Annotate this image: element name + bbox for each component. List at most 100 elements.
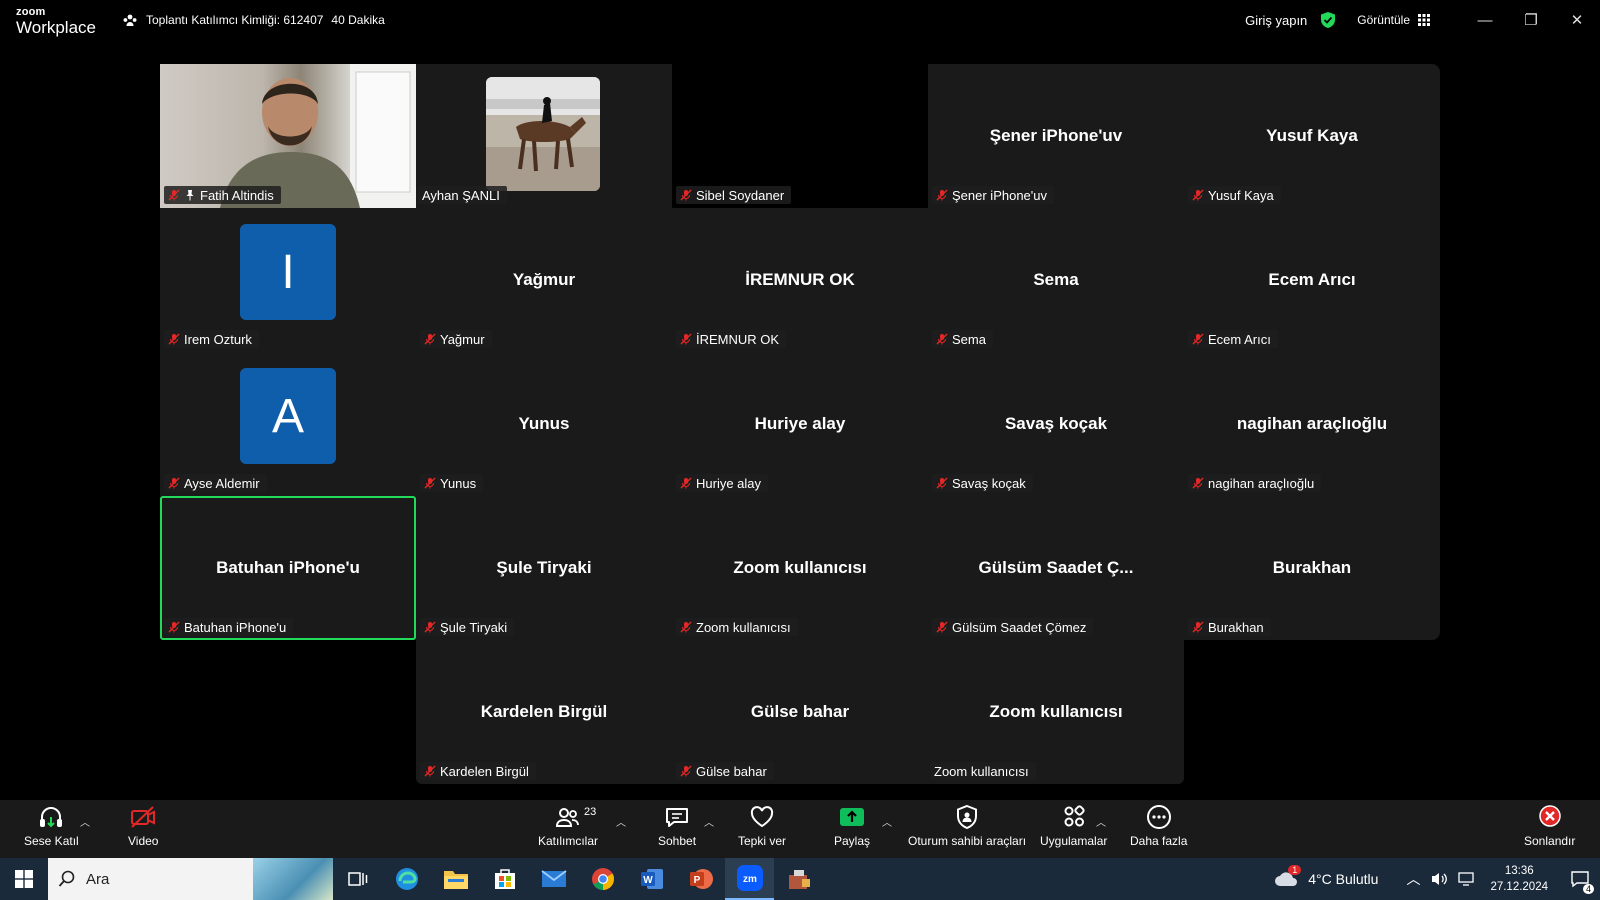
participant-tile[interactable]: Sibel Soydaner xyxy=(672,64,928,208)
word-app[interactable]: W xyxy=(627,858,676,900)
participant-name: Şule Tiryaki xyxy=(440,619,508,635)
participant-label: Sibel Soydaner xyxy=(676,186,792,204)
participant-tile[interactable]: Ecem Arıcı Ecem Arıcı xyxy=(1184,208,1440,352)
join-audio-button[interactable]: Sese Katıl xyxy=(24,804,79,848)
signin-link[interactable]: Giriş yapın xyxy=(1245,13,1307,28)
host-tools-button[interactable]: Oturum sahibi araçları xyxy=(908,804,1026,848)
participant-tile[interactable]: Kardelen Birgül Kardelen Birgül xyxy=(416,640,672,784)
end-meeting-button[interactable]: Sonlandır xyxy=(1524,804,1575,848)
network-icon[interactable] xyxy=(1458,871,1476,887)
search-icon xyxy=(58,870,75,887)
meeting-toolbar: Sese Katıl ︿ Video Katılımcılar 23 ︿ Soh… xyxy=(0,800,1600,858)
participant-tile[interactable]: nagihan araçlıoğlu nagihan araçlıoğlu xyxy=(1184,352,1440,496)
folder-icon xyxy=(443,871,468,889)
system-tray: 1 4°C Bulutlu ︿ 13:36 27.12.2024 4 xyxy=(1274,858,1600,900)
react-button[interactable]: Tepki ver xyxy=(738,804,786,848)
host-shield-icon xyxy=(957,804,978,830)
participant-tile[interactable]: I Irem Ozturk xyxy=(160,208,416,352)
meeting-id-text: Toplantı Katılımcı Kimliği: 612407 xyxy=(146,13,324,27)
store-app[interactable] xyxy=(480,858,529,900)
participant-label: Şener iPhone'uv xyxy=(932,186,1054,204)
participant-tile[interactable]: A Ayse Aldemir xyxy=(160,352,416,496)
chat-options-caret-icon[interactable]: ︿ xyxy=(704,814,714,829)
apps-options-caret-icon[interactable]: ︿ xyxy=(1096,814,1106,829)
search-highlight-art xyxy=(253,858,333,900)
chat-icon xyxy=(666,808,689,827)
weather-text: 4°C Bulutlu xyxy=(1308,871,1379,887)
participant-name: Burakhan xyxy=(1208,619,1264,635)
participant-display-name: Şener iPhone'uv xyxy=(989,126,1123,145)
edge-app[interactable] xyxy=(382,858,431,900)
volume-icon[interactable] xyxy=(1430,871,1448,887)
participant-label: Burakhan xyxy=(1188,618,1271,636)
more-label: Daha fazla xyxy=(1130,834,1188,848)
task-view-button[interactable] xyxy=(333,858,382,900)
start-button[interactable] xyxy=(0,858,48,900)
restore-button[interactable]: ❐ xyxy=(1508,0,1554,40)
participant-tile[interactable]: Zoom kullanıcısı Zoom kullanıcısı xyxy=(928,640,1184,784)
clock[interactable]: 13:36 27.12.2024 xyxy=(1490,863,1548,895)
participant-tile[interactable]: Fatih Altindis xyxy=(160,64,416,208)
react-label: Tepki ver xyxy=(738,834,787,848)
meeting-info[interactable]: Toplantı Katılımcı Kimliği: 612407 40 Da… xyxy=(122,12,385,28)
muted-mic-icon xyxy=(168,621,180,633)
share-options-caret-icon[interactable]: ︿ xyxy=(882,814,892,829)
muted-mic-icon xyxy=(424,333,436,345)
view-label: Görüntüle xyxy=(1357,13,1410,27)
taskbar-search-box[interactable]: Ara xyxy=(48,858,333,900)
mail-app[interactable] xyxy=(529,858,578,900)
participant-tile[interactable]: İREMNUR OK İREMNUR OK xyxy=(672,208,928,352)
logo-text-zoom: zoom xyxy=(16,6,46,18)
participant-display-name: Batuhan iPhone'u xyxy=(216,558,360,577)
weather-widget[interactable]: 1 4°C Bulutlu xyxy=(1274,865,1379,889)
participants-options-caret-icon[interactable]: ︿ xyxy=(616,814,626,829)
join-audio-label: Sese Katıl xyxy=(24,834,79,848)
video-button[interactable]: Video xyxy=(128,804,158,848)
participant-name: Sibel Soydaner xyxy=(696,187,785,203)
participant-display-name: Gülsüm Saadet Ç... xyxy=(978,558,1134,577)
participant-tile[interactable]: Ayhan ŞANLI xyxy=(416,64,672,208)
participant-tile[interactable]: Gülse bahar Gülse bahar xyxy=(672,640,928,784)
close-button[interactable]: ✕ xyxy=(1554,0,1600,40)
meeting-duration: 40 Dakika xyxy=(331,13,385,27)
participant-tile-active-speaker[interactable]: Batuhan iPhone'u Batuhan iPhone'u xyxy=(160,496,416,640)
security-shield-icon[interactable] xyxy=(1319,11,1337,29)
tray-chevron-icon[interactable]: ︿ xyxy=(1406,869,1420,889)
muted-mic-icon xyxy=(680,765,692,777)
muted-mic-icon xyxy=(936,621,948,633)
notification-center-button[interactable]: 4 xyxy=(1560,858,1600,900)
participant-tile[interactable]: Savaş koçak Savaş koçak xyxy=(928,352,1184,496)
more-button[interactable]: Daha fazla xyxy=(1130,804,1187,848)
windows-logo-icon xyxy=(15,870,33,888)
minimize-button[interactable]: — xyxy=(1462,0,1508,40)
participant-display-name: Ecem Arıcı xyxy=(1268,270,1356,289)
participant-name: İREMNUR OK xyxy=(696,331,780,347)
share-button[interactable]: Paylaş xyxy=(834,804,870,848)
participant-tile[interactable]: Yunus Yunus xyxy=(416,352,672,496)
participant-name: Zoom kullanıcısı xyxy=(934,763,1029,779)
participant-tile[interactable]: Şule Tiryaki Şule Tiryaki xyxy=(416,496,672,640)
participant-tile[interactable]: Yağmur Yağmur xyxy=(416,208,672,352)
participant-tile[interactable]: Gülsüm Saadet Ç... Gülsüm Saadet Çömez xyxy=(928,496,1184,640)
participant-tile[interactable]: Şener iPhone'uv Şener iPhone'uv xyxy=(928,64,1184,208)
participant-tile[interactable]: Zoom kullanıcısı Zoom kullanıcısı xyxy=(672,496,928,640)
chrome-app[interactable] xyxy=(578,858,627,900)
participant-tile[interactable]: Burakhan Burakhan xyxy=(1184,496,1440,640)
participant-name: Şener iPhone'uv xyxy=(952,187,1047,203)
misc-app[interactable] xyxy=(774,858,823,900)
file-explorer-app[interactable] xyxy=(431,858,480,900)
participant-tile[interactable]: Yusuf Kaya Yusuf Kaya xyxy=(1184,64,1440,208)
zoom-app[interactable]: zm xyxy=(725,858,774,900)
participant-label: Irem Ozturk xyxy=(164,330,259,348)
audio-options-caret-icon[interactable]: ︿ xyxy=(80,814,90,829)
participant-tile[interactable]: Sema Sema xyxy=(928,208,1184,352)
view-button[interactable]: Görüntüle xyxy=(1357,13,1430,27)
grid-view-icon xyxy=(1418,14,1430,26)
chat-button[interactable]: Sohbet xyxy=(658,804,696,848)
participant-display-name: İREMNUR OK xyxy=(745,270,855,289)
powerpoint-app[interactable]: P xyxy=(676,858,725,900)
participant-tile[interactable]: Huriye alay Huriye alay xyxy=(672,352,928,496)
participant-label: Ecem Arıcı xyxy=(1188,330,1278,348)
end-x-icon xyxy=(1538,805,1561,827)
participant-label: Savaş koçak xyxy=(932,474,1033,492)
